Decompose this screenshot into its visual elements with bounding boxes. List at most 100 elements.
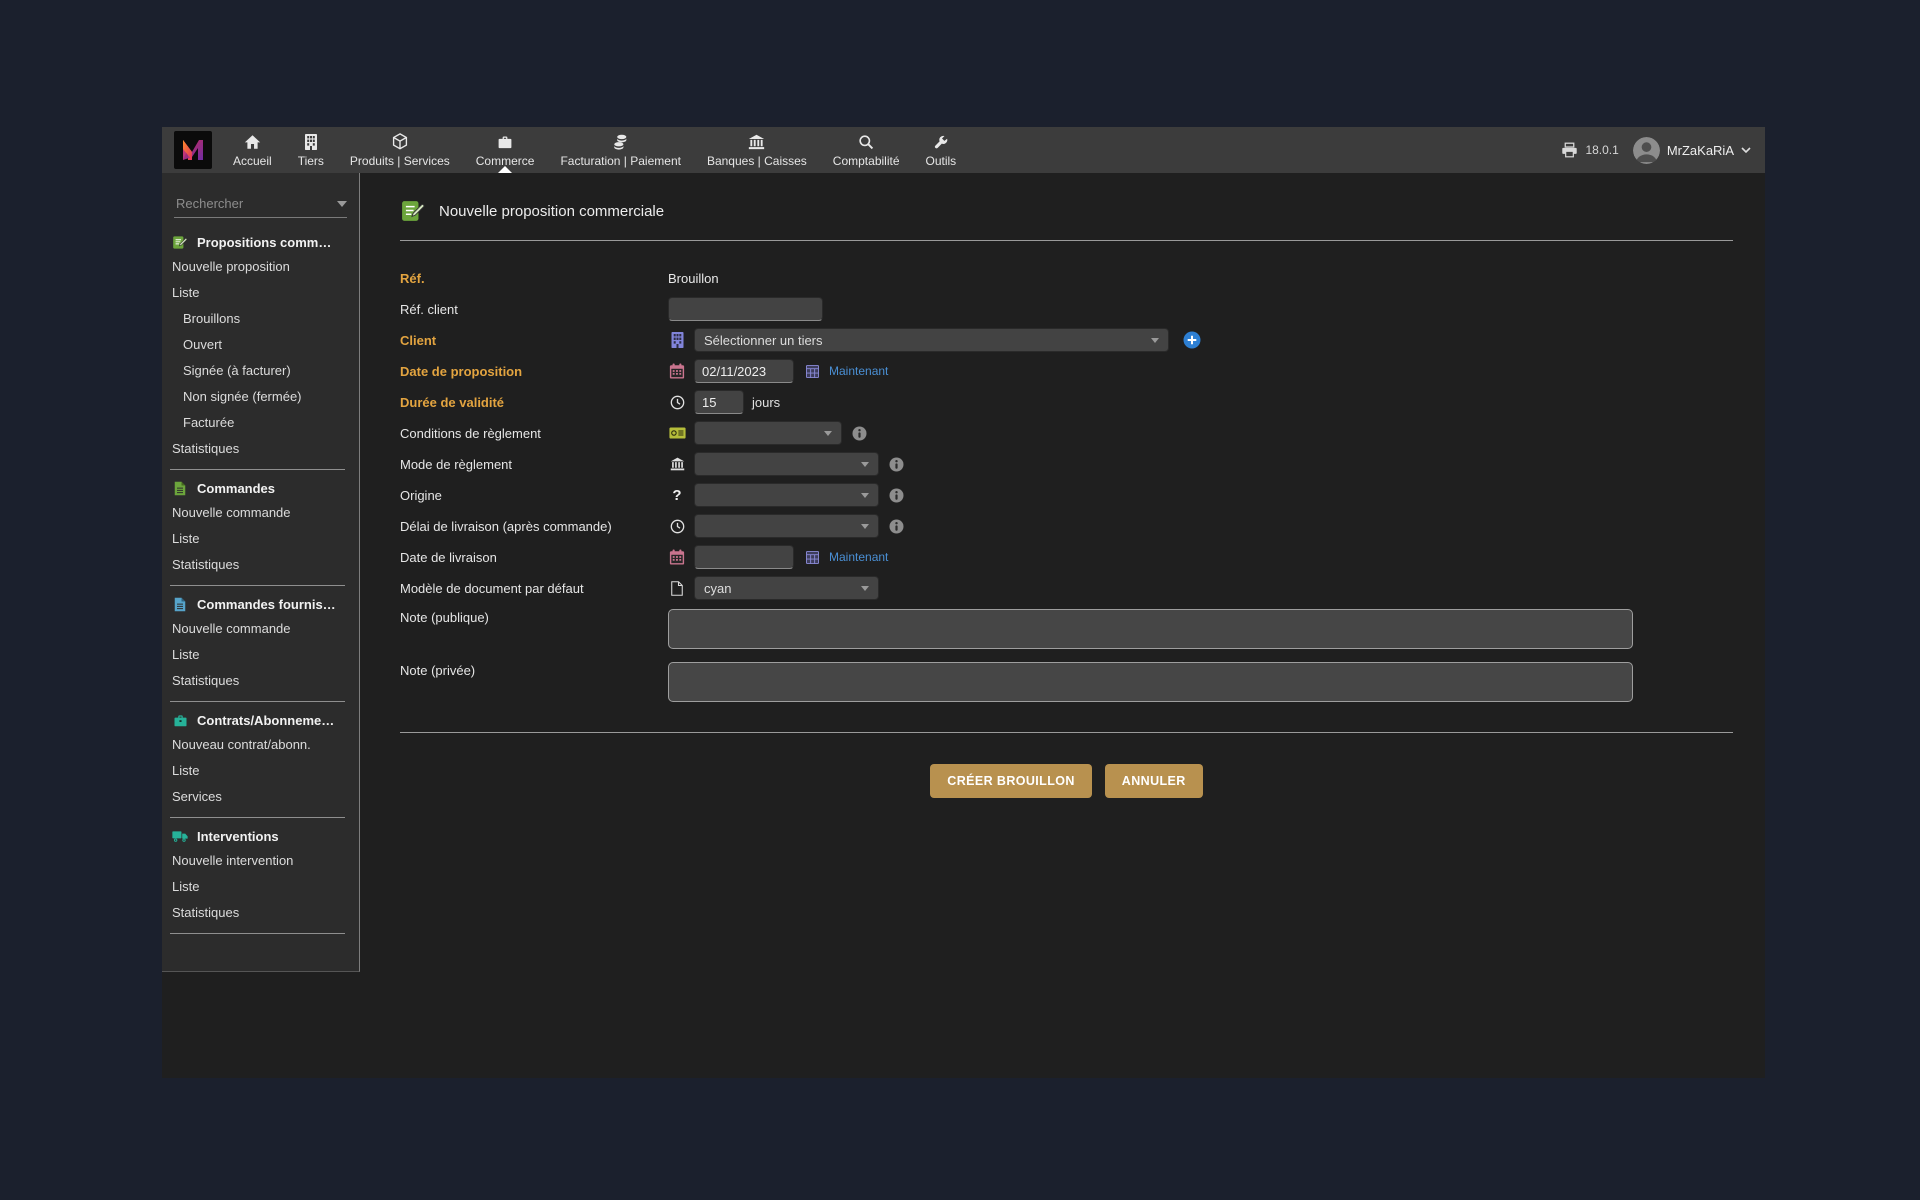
sidebar-item-facturee[interactable]: Facturée <box>162 410 359 436</box>
nav-comptabilite[interactable]: Comptabilité <box>820 127 913 173</box>
chevron-down-icon <box>861 586 869 591</box>
creer-brouillon-button[interactable]: CRÉER BROUILLON <box>930 764 1092 798</box>
chevron-down-icon <box>861 524 869 529</box>
sidebar-item-non-signee[interactable]: Non signée (fermée) <box>162 384 359 410</box>
ref-client-input[interactable] <box>668 297 823 321</box>
sidebar-item-statistiques[interactable]: Statistiques <box>162 436 359 462</box>
search-input[interactable] <box>174 195 333 212</box>
sidebar-section-propositions[interactable]: Propositions comm… <box>162 224 359 254</box>
nav-produits-services[interactable]: Produits | Services <box>337 127 463 173</box>
print-icon[interactable] <box>1561 142 1578 158</box>
search-dropdown-caret-icon[interactable] <box>337 201 347 207</box>
sidebar-section-commandes-fournisseurs[interactable]: Commandes fournis… <box>162 586 359 616</box>
calendar-icon <box>668 549 686 565</box>
briefcase-icon <box>497 133 513 150</box>
actions-divider <box>400 732 1733 733</box>
main-content: Nouvelle proposition commerciale Réf. Br… <box>360 173 1765 1078</box>
sidebar-item-statistiques[interactable]: Statistiques <box>162 668 359 694</box>
chevron-down-icon <box>824 431 832 436</box>
nav-commerce[interactable]: Commerce <box>463 127 548 173</box>
sidebar-section-contrats[interactable]: Contrats/Abonneme… <box>162 702 359 732</box>
sidebar-section-title: Propositions comm… <box>197 235 331 250</box>
duree-validite-input[interactable] <box>694 390 744 414</box>
add-client-button[interactable] <box>1183 331 1201 349</box>
nav-label: Banques | Caisses <box>707 154 807 168</box>
sidebar-item-nouvelle-commande[interactable]: Nouvelle commande <box>162 500 359 526</box>
sidebar-section-interventions[interactable]: Interventions <box>162 818 359 848</box>
note-privee-label: Note (privée) <box>400 660 668 678</box>
info-icon[interactable] <box>852 426 867 441</box>
supplier-order-file-icon <box>172 597 188 612</box>
ref-client-label: Réf. client <box>400 302 668 317</box>
nav-label: Produits | Services <box>350 154 450 168</box>
info-icon[interactable] <box>889 519 904 534</box>
nav-facturation-paiement[interactable]: Facturation | Paiement <box>547 127 694 173</box>
app-window: Accueil Tiers Produits | Services Commer… <box>162 127 1765 1078</box>
sidebar-item-liste[interactable]: Liste <box>162 874 359 900</box>
origine-select[interactable] <box>694 483 879 507</box>
info-icon[interactable] <box>889 457 904 472</box>
mode-reglement-label: Mode de règlement <box>400 457 668 472</box>
top-menubar: Accueil Tiers Produits | Services Commer… <box>162 127 1765 173</box>
calendar-icon <box>668 363 686 379</box>
sidebar-item-brouillons[interactable]: Brouillons <box>162 306 359 332</box>
sidebar-item-statistiques[interactable]: Statistiques <box>162 552 359 578</box>
nav-accueil[interactable]: Accueil <box>220 127 285 173</box>
sidebar-item-nouvelle-commande[interactable]: Nouvelle commande <box>162 616 359 642</box>
chevron-down-icon[interactable] <box>1741 147 1751 153</box>
date-picker-icon[interactable] <box>806 551 819 564</box>
proposal-form: Réf. Brouillon Réf. client Client Sélect… <box>400 266 1733 706</box>
sidebar-search <box>174 195 347 218</box>
nav-label: Accueil <box>233 154 272 168</box>
date-livraison-input[interactable] <box>694 545 794 569</box>
client-select-value: Sélectionner un tiers <box>704 333 823 348</box>
building-icon <box>305 133 317 150</box>
sidebar-item-ouvert[interactable]: Ouvert <box>162 332 359 358</box>
note-privee-textarea[interactable] <box>668 662 1633 702</box>
sidebar-item-nouveau-contrat[interactable]: Nouveau contrat/abonn. <box>162 732 359 758</box>
user-avatar[interactable] <box>1633 137 1660 164</box>
person-icon <box>1633 137 1660 164</box>
date-picker-icon[interactable] <box>806 365 819 378</box>
sidebar-item-services[interactable]: Services <box>162 784 359 810</box>
info-icon[interactable] <box>889 488 904 503</box>
sidebar-item-signee[interactable]: Signée (à facturer) <box>162 358 359 384</box>
nav-label: Tiers <box>298 154 324 168</box>
sidebar-item-liste[interactable]: Liste <box>162 526 359 552</box>
nav-label: Facturation | Paiement <box>560 154 681 168</box>
cube-icon <box>392 133 408 150</box>
chevron-down-icon <box>1151 338 1159 343</box>
nav-outils[interactable]: Outils <box>913 127 970 173</box>
sidebar-section-commandes[interactable]: Commandes <box>162 470 359 500</box>
sidebar-item-liste[interactable]: Liste <box>162 642 359 668</box>
payment-terms-icon <box>668 427 686 439</box>
ref-value: Brouillon <box>668 271 719 286</box>
delai-livraison-select[interactable] <box>694 514 879 538</box>
sidebar-item-nouvelle-intervention[interactable]: Nouvelle intervention <box>162 848 359 874</box>
now-link[interactable]: Maintenant <box>829 364 888 378</box>
conditions-reglement-select[interactable] <box>694 421 842 445</box>
new-proposal-icon <box>400 199 426 223</box>
page-title: Nouvelle proposition commerciale <box>439 203 664 220</box>
note-publique-textarea[interactable] <box>668 609 1633 649</box>
username-label[interactable]: MrZaKaRiA <box>1667 143 1734 158</box>
document-file-icon <box>668 581 686 596</box>
truck-icon <box>172 830 188 843</box>
modele-document-label: Modèle de document par défaut <box>400 581 668 596</box>
sidebar-item-liste[interactable]: Liste <box>162 280 359 306</box>
date-proposition-input[interactable] <box>694 359 794 383</box>
client-select[interactable]: Sélectionner un tiers <box>694 328 1169 352</box>
app-logo[interactable] <box>174 131 212 169</box>
annuler-button[interactable]: ANNULER <box>1105 764 1203 798</box>
sidebar-item-nouvelle-proposition[interactable]: Nouvelle proposition <box>162 254 359 280</box>
now-link[interactable]: Maintenant <box>829 550 888 564</box>
sidebar-item-statistiques[interactable]: Statistiques <box>162 900 359 926</box>
modele-document-select[interactable]: cyan <box>694 576 879 600</box>
mode-reglement-select[interactable] <box>694 452 879 476</box>
proposal-icon <box>172 235 188 250</box>
sidebar-item-liste[interactable]: Liste <box>162 758 359 784</box>
client-label: Client <box>400 333 668 348</box>
contract-briefcase-icon <box>172 714 188 728</box>
nav-banques-caisses[interactable]: Banques | Caisses <box>694 127 820 173</box>
nav-tiers[interactable]: Tiers <box>285 127 337 173</box>
